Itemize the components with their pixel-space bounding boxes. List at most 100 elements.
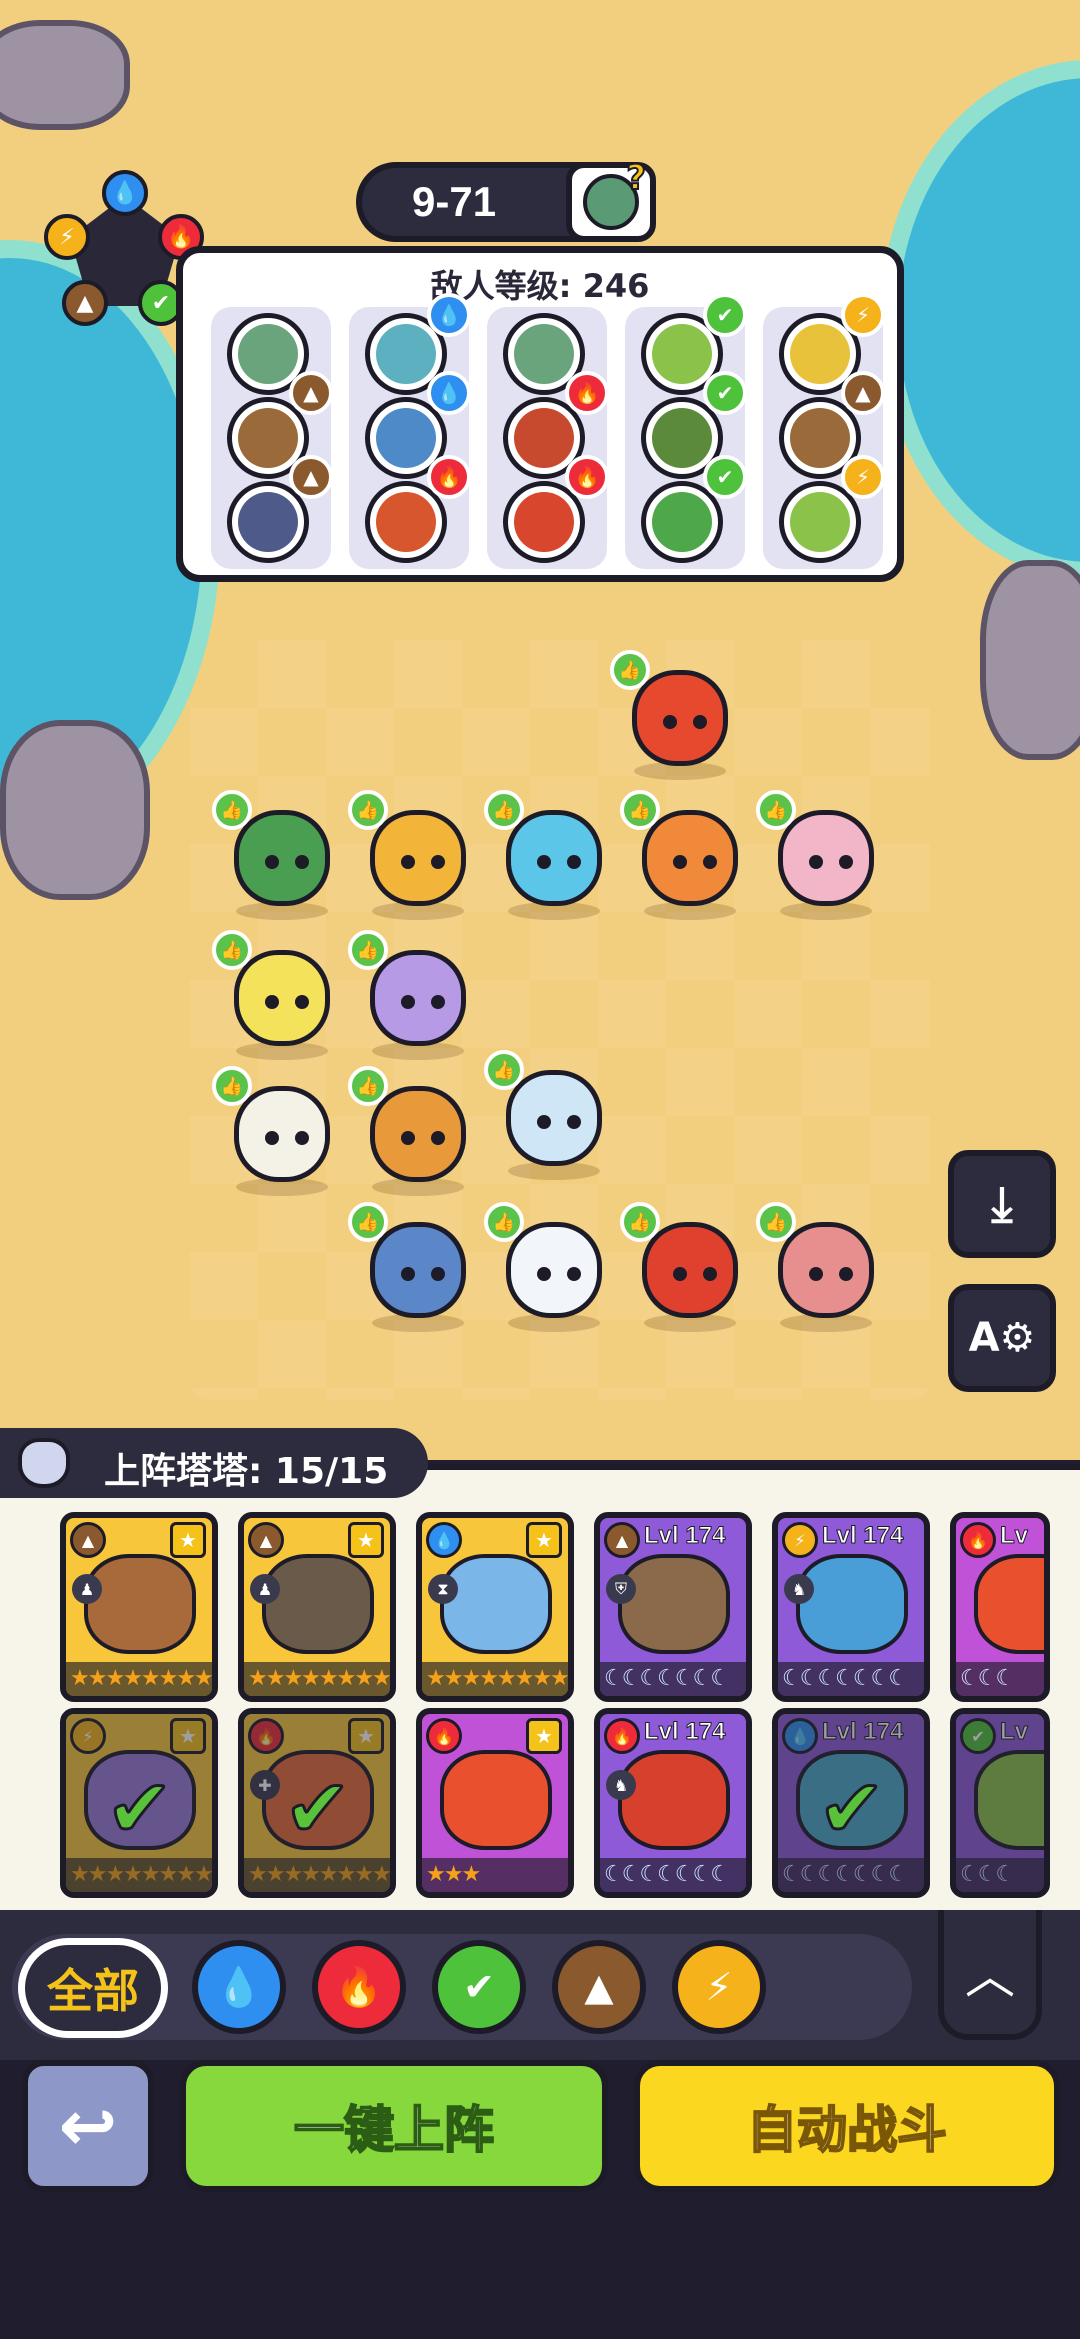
- fire-element-icon: 🔥: [960, 1522, 996, 1558]
- thumbs-up-icon: 👍: [348, 1202, 388, 1242]
- earth-element-icon: ▲: [604, 1522, 640, 1558]
- cat-avatar-icon: [18, 1438, 70, 1488]
- unit-lion[interactable]: 👍: [348, 790, 478, 920]
- filter-grass-icon[interactable]: ✔: [432, 1940, 526, 2034]
- roster-card-deployed[interactable]: ⚡ ★ ★★★★★★★★★ ✔: [60, 1708, 218, 1898]
- water-element-icon: 💧: [427, 293, 471, 337]
- unit-water-serpent[interactable]: 👍: [484, 1050, 614, 1180]
- filter-thunder-icon[interactable]: ⚡: [672, 1940, 766, 2034]
- thumbs-up-icon: 👍: [484, 790, 524, 830]
- unit-radish[interactable]: 👍: [212, 1066, 342, 1196]
- roster-card[interactable]: ▲ ★ ♟ ★★★★★★★★★: [238, 1512, 396, 1702]
- thumbs-up-icon: 👍: [348, 1066, 388, 1106]
- filter-water-icon[interactable]: 💧: [192, 1940, 286, 2034]
- filter-all-button[interactable]: 全部: [18, 1938, 168, 2038]
- thumbs-up-icon: 👍: [348, 790, 388, 830]
- grass-element-icon: ✔: [703, 371, 747, 415]
- star-rating: ★★★★★★★★★: [422, 1662, 568, 1696]
- thunder-element-icon: ⚡: [44, 214, 90, 260]
- collapse-chevron-icon[interactable]: ︿: [938, 1910, 1042, 2040]
- element-filter-bar: 全部 💧 🔥 ✔ ▲ ⚡ ︿: [0, 1910, 1080, 2060]
- thumbs-up-icon: 👍: [756, 1202, 796, 1242]
- enemy-column: ▲ ▲: [211, 307, 333, 569]
- thumbs-up-icon: 👍: [756, 790, 796, 830]
- unit-crab[interactable]: 👍: [484, 790, 614, 920]
- water-element-icon: 💧: [102, 170, 148, 216]
- water-element-icon: 💧: [427, 371, 471, 415]
- star-rating: ☾☾☾☾☾☾☾: [600, 1858, 746, 1892]
- favorite-icon: ★: [526, 1522, 562, 1558]
- role-icon: ♟: [72, 1574, 102, 1604]
- team-count-label: 上阵塔塔: 15/15: [104, 1451, 389, 1492]
- earth-element-icon: ▲: [70, 1522, 106, 1558]
- unit-turtle[interactable]: 👍: [212, 790, 342, 920]
- roster-card[interactable]: ⚡ Lvl 174 ♞ ☾☾☾☾☾☾☾: [772, 1512, 930, 1702]
- roster-card-deployed[interactable]: 🔥 ★ ✚ ★★★★★★★★★ ✔: [238, 1708, 396, 1898]
- download-icon[interactable]: ⤓: [948, 1150, 1056, 1258]
- thumbs-up-icon: 👍: [610, 650, 650, 690]
- unit-fire-fox[interactable]: 👍: [610, 650, 740, 780]
- boss-preview-icon[interactable]: ?: [566, 157, 656, 242]
- unit-deer[interactable]: 👍: [348, 1066, 478, 1196]
- favorite-icon: ★: [170, 1522, 206, 1558]
- enemy-column: 🔥 🔥: [487, 307, 609, 569]
- unit-mantis[interactable]: 👍: [756, 790, 886, 920]
- roster-card[interactable]: 🔥 ★ ★★★: [416, 1708, 574, 1898]
- thunder-element-icon: ⚡: [841, 455, 885, 499]
- rock: [0, 720, 150, 900]
- level-label: Lvl 174: [643, 1718, 726, 1746]
- tower-roster[interactable]: ▲ ★ ♟ ★★★★★★★★★ ▲ ★ ♟ ★★★★★★★★★ 💧 ★ ⧗ ★★…: [0, 1464, 1080, 1916]
- fire-element-icon: 🔥: [427, 455, 471, 499]
- filter-fire-icon[interactable]: 🔥: [312, 1940, 406, 2034]
- fire-element-icon: 🔥: [565, 455, 609, 499]
- unit-cat[interactable]: 👍: [484, 1202, 614, 1332]
- unit-flower-frog[interactable]: 👍: [756, 1202, 886, 1332]
- thumbs-up-icon: 👍: [484, 1050, 524, 1090]
- thumbs-up-icon: 👍: [348, 930, 388, 970]
- unit-bear[interactable]: 👍: [348, 1202, 478, 1332]
- star-rating: ☾☾☾: [956, 1662, 1044, 1696]
- enemy-preview-panel: 敌人等级: 246 ▲ ▲ 💧 💧 🔥 🔥 🔥 ✔ ✔ ✔ ⚡ ▲ ⚡: [176, 246, 904, 582]
- roster-card[interactable]: ▲ Lvl 174 ⛨ ☾☾☾☾☾☾☾: [594, 1512, 752, 1702]
- auto-battle-button[interactable]: 自动战斗: [634, 2060, 1060, 2192]
- one-click-deploy-button[interactable]: 一键上阵: [180, 2060, 608, 2192]
- enemy-column: 💧 💧 🔥: [349, 293, 471, 569]
- roster-card[interactable]: 💧 ★ ⧗ ★★★★★★★★★: [416, 1512, 574, 1702]
- role-icon: ♞: [606, 1770, 636, 1800]
- thunder-element-icon: ⚡: [841, 293, 885, 337]
- unit-spirit[interactable]: 👍: [348, 930, 478, 1060]
- unit-rabbit[interactable]: 👍: [620, 790, 750, 920]
- enemy-column: ✔ ✔ ✔: [625, 293, 747, 569]
- roster-card-deployed[interactable]: 💧 Lvl 174 ☾☾☾☾☾☾☾ ✔: [772, 1708, 930, 1898]
- rock: [980, 560, 1080, 760]
- earth-element-icon: ▲: [841, 371, 885, 415]
- earth-element-icon: ▲: [289, 371, 333, 415]
- deployed-check-icon: ✔: [282, 1761, 352, 1857]
- earth-element-icon: ▲: [248, 1522, 284, 1558]
- unit-dragon[interactable]: 👍: [620, 1202, 750, 1332]
- thumbs-up-icon: 👍: [620, 1202, 660, 1242]
- team-count-header: 上阵塔塔: 15/15: [0, 1428, 428, 1498]
- star-rating: ★★★★★★★★★: [244, 1662, 390, 1696]
- roster-card-deployed[interactable]: ✔ Lv ☾☾☾: [950, 1708, 1050, 1898]
- auto-settings-icon[interactable]: A⚙: [948, 1284, 1056, 1392]
- unit-birds[interactable]: 👍: [212, 930, 342, 1060]
- earth-element-icon: ▲: [62, 280, 108, 326]
- role-icon: ♞: [784, 1574, 814, 1604]
- roster-card[interactable]: ▲ ★ ♟ ★★★★★★★★★: [60, 1512, 218, 1702]
- water-pool-right: [880, 60, 1080, 580]
- role-icon: ⧗: [428, 1574, 458, 1604]
- enemy-level-label: 敌人等级: 246: [430, 267, 650, 305]
- star-rating: ☾☾☾☾☾☾☾: [778, 1662, 924, 1696]
- roster-card[interactable]: 🔥 Lvl 174 ♞ ☾☾☾☾☾☾☾: [594, 1708, 752, 1898]
- filter-earth-icon[interactable]: ▲: [552, 1940, 646, 2034]
- level-label: Lvl 174: [643, 1522, 726, 1550]
- grass-element-icon: ✔: [703, 293, 747, 337]
- roster-card[interactable]: 🔥 Lv ☾☾☾: [950, 1512, 1050, 1702]
- favorite-icon: ★: [348, 1522, 384, 1558]
- level-label: Lvl 174: [821, 1522, 904, 1550]
- back-arrow-icon[interactable]: ↩: [22, 2060, 154, 2192]
- fire-element-icon: 🔥: [604, 1718, 640, 1754]
- star-rating: ★★★★★★★★★: [66, 1662, 212, 1696]
- action-bar: ↩ 一键上阵 自动战斗: [0, 2060, 1080, 2339]
